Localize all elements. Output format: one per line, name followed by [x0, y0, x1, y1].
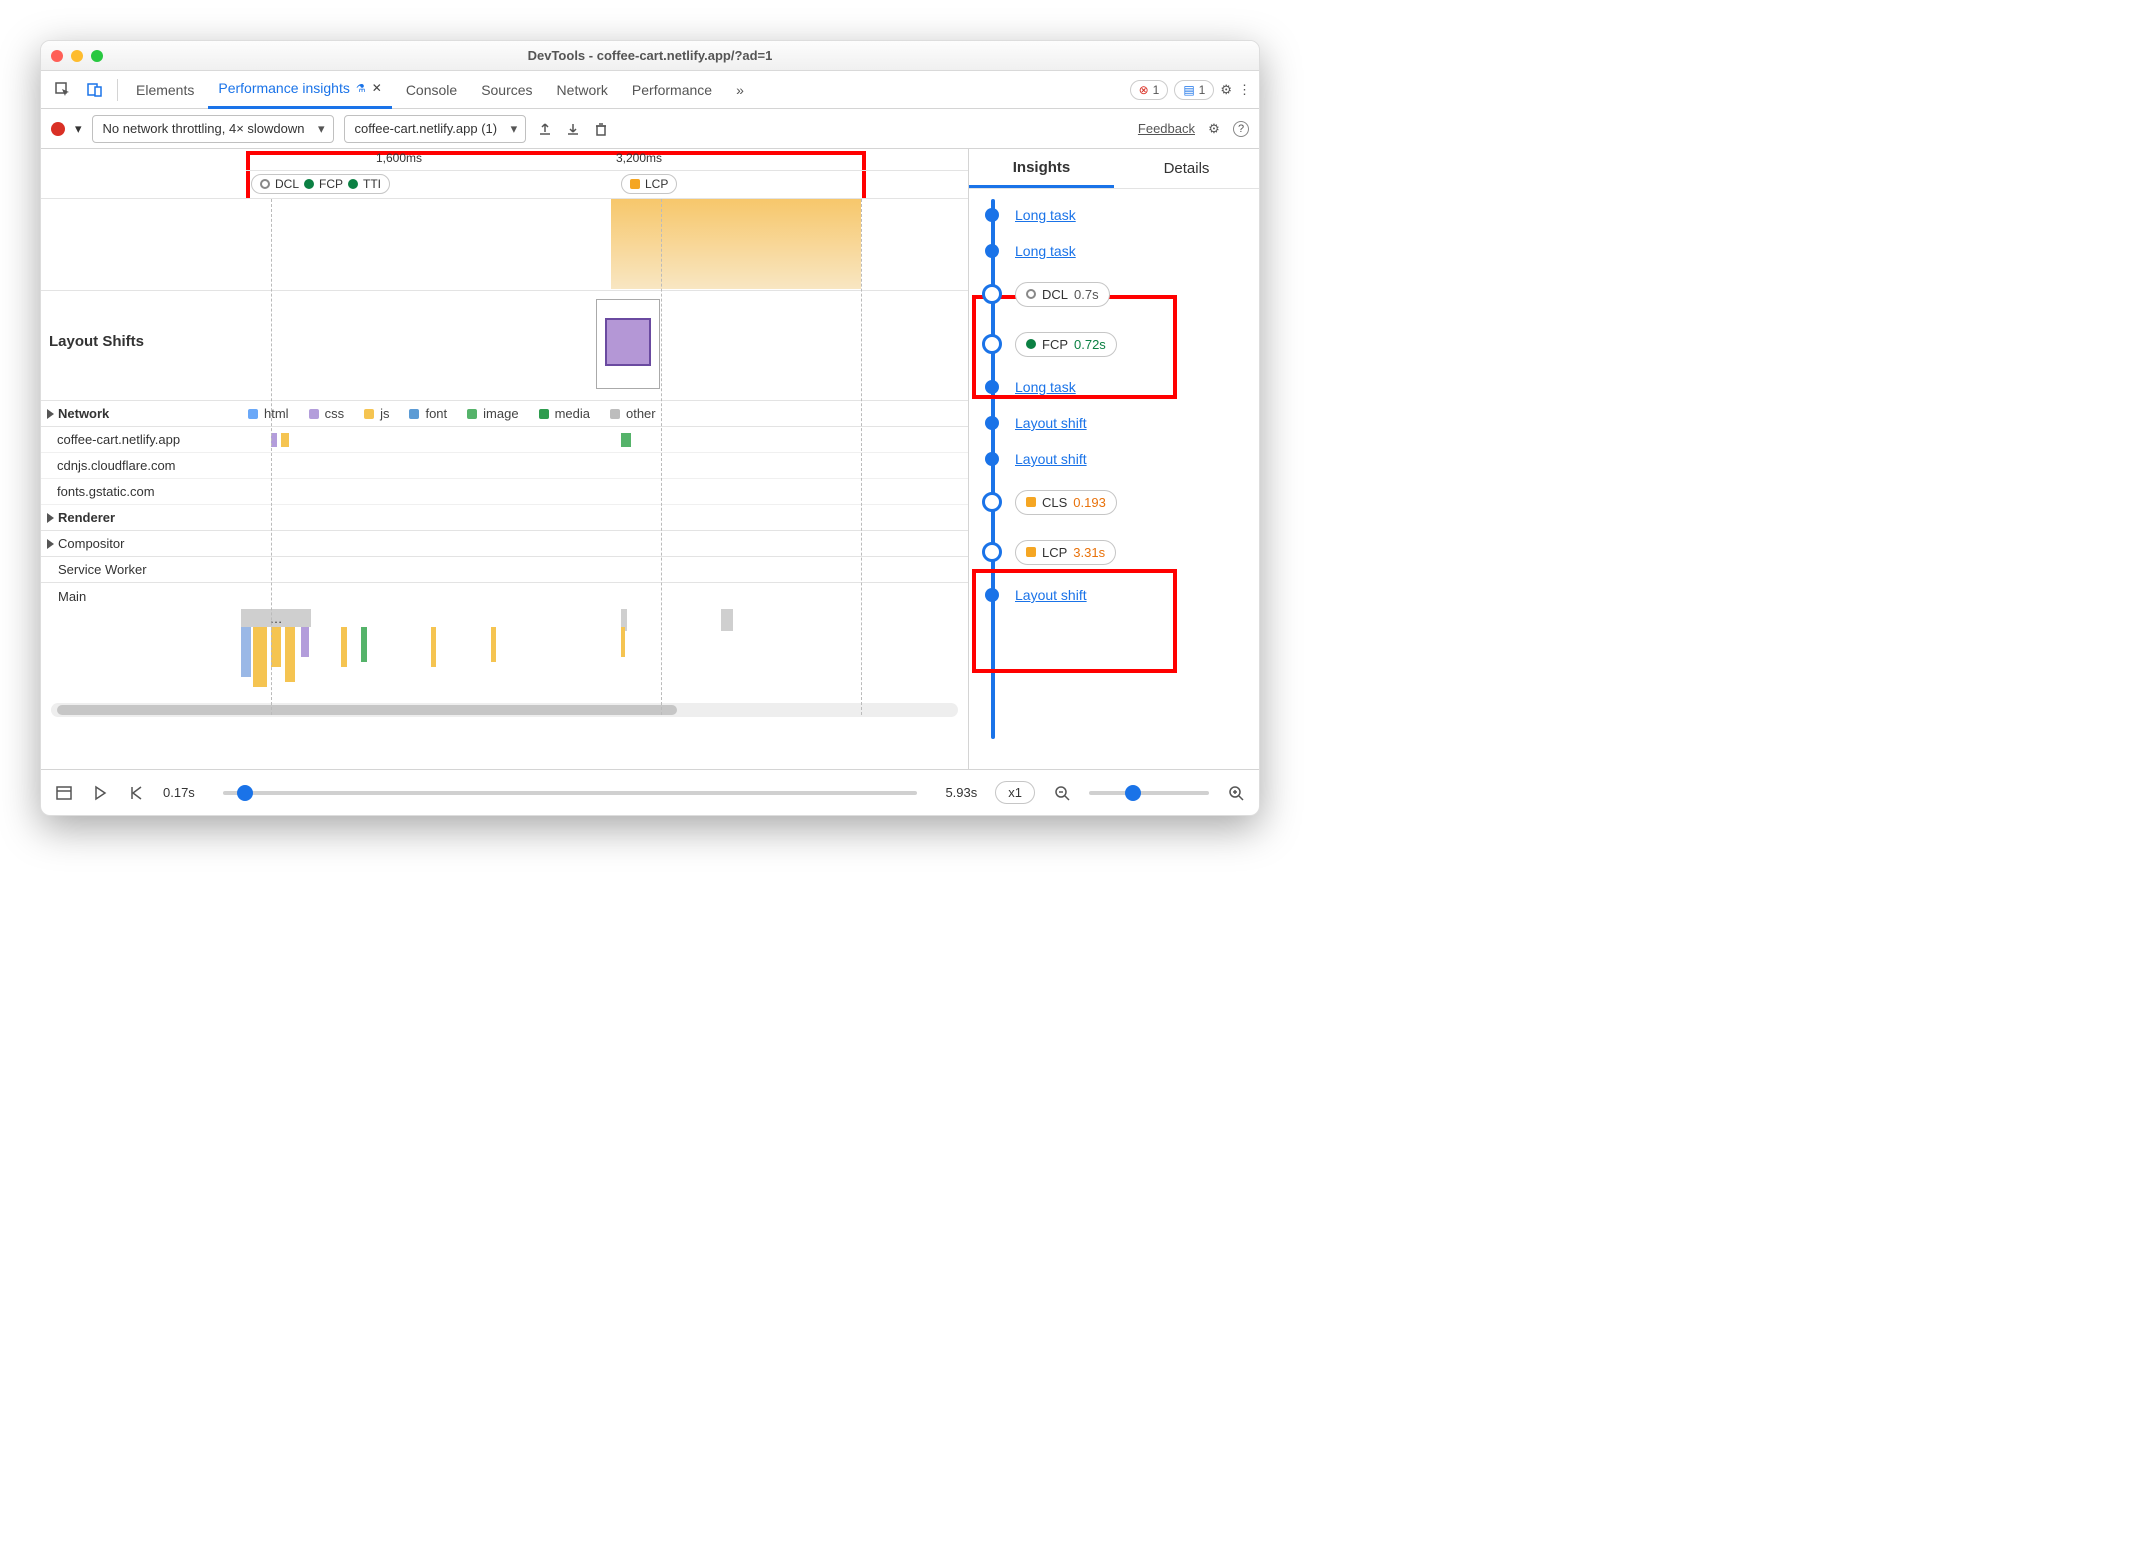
ruler-tick: 3,200ms [616, 151, 662, 165]
record-button[interactable] [51, 122, 65, 136]
delete-icon[interactable] [592, 120, 610, 138]
tab-elements[interactable]: Elements [126, 71, 204, 109]
tab-insights[interactable]: Insights [969, 149, 1114, 188]
tab-network[interactable]: Network [547, 71, 618, 109]
filmstrip-frame [611, 199, 861, 289]
insight-row[interactable]: Layout shift [969, 441, 1259, 477]
more-icon[interactable]: ⋮ [1238, 82, 1251, 98]
play-icon[interactable] [91, 784, 109, 802]
network-host-row[interactable]: fonts.gstatic.com [41, 479, 968, 505]
insight-row[interactable]: FCP 0.72s [969, 319, 1259, 369]
import-icon[interactable] [564, 120, 582, 138]
tab-performance-insights[interactable]: Performance insights ⚗ ✕ [208, 71, 391, 109]
error-count-badge[interactable]: ⊗1 [1130, 80, 1169, 100]
insight-row[interactable]: Layout shift [969, 405, 1259, 441]
main-flamegraph[interactable]: … [241, 609, 968, 699]
settings-icon[interactable]: ⚙ [1220, 82, 1232, 98]
insight-row[interactable]: Long task [969, 197, 1259, 233]
help-icon[interactable]: ? [1233, 121, 1249, 137]
speed-pill[interactable]: x1 [995, 781, 1035, 804]
zoom-slider[interactable] [1089, 791, 1209, 795]
close-tab-icon[interactable]: ✕ [372, 81, 382, 95]
main-area: 1,600ms 3,200ms DCL FCP TTI LCP Layout S [41, 149, 1259, 769]
playback-slider[interactable] [223, 791, 918, 795]
disclosure-icon [47, 409, 54, 419]
zoom-in-icon[interactable] [1227, 784, 1245, 802]
timeline-pane[interactable]: 1,600ms 3,200ms DCL FCP TTI LCP Layout S [41, 149, 969, 769]
network-section-header[interactable]: Network html css js font image media oth… [41, 401, 968, 427]
tti-icon [348, 179, 358, 189]
horizontal-scrollbar[interactable] [51, 703, 958, 717]
feedback-link[interactable]: Feedback [1138, 121, 1195, 136]
top-tabs: Elements Performance insights ⚗ ✕ Consol… [41, 71, 1259, 109]
throttle-select[interactable]: No network throttling, 4× slowdown [92, 115, 334, 143]
minimize-icon[interactable] [71, 50, 83, 62]
disclosure-icon [47, 539, 54, 549]
zoom-icon[interactable] [91, 50, 103, 62]
inspect-icon[interactable] [49, 76, 77, 104]
renderer-section-header[interactable]: Renderer [41, 505, 968, 531]
tab-console[interactable]: Console [396, 71, 467, 109]
insights-pane: Insights Details Long task Long task DCL… [969, 149, 1259, 769]
disclosure-icon [47, 513, 54, 523]
insights-tabs: Insights Details [969, 149, 1259, 189]
traffic-lights [51, 50, 103, 62]
gear-icon[interactable]: ⚙ [1205, 120, 1223, 138]
message-count-badge[interactable]: ▤1 [1174, 80, 1214, 100]
cls-icon [1026, 497, 1036, 507]
export-icon[interactable] [536, 120, 554, 138]
insights-toolbar: ▾ No network throttling, 4× slowdown cof… [41, 109, 1259, 149]
marker-row: DCL FCP TTI LCP [41, 171, 968, 199]
time-start: 0.17s [163, 785, 195, 800]
time-guide [861, 199, 862, 715]
section-label: Layout Shifts [49, 333, 144, 350]
layout-shift-thumbnail[interactable] [596, 299, 660, 389]
insight-row[interactable]: LCP 3.31s [969, 527, 1259, 577]
window-title: DevTools - coffee-cart.netlify.app/?ad=1 [41, 48, 1259, 63]
network-host-row[interactable]: coffee-cart.netlify.app [41, 427, 968, 453]
playback-footer: 0.17s 5.93s x1 [41, 769, 1259, 815]
time-guide [271, 199, 272, 715]
insight-row[interactable]: Layout shift [969, 577, 1259, 613]
tab-performance[interactable]: Performance [622, 71, 722, 109]
titlebar: DevTools - coffee-cart.netlify.app/?ad=1 [41, 41, 1259, 71]
time-end: 5.93s [945, 785, 977, 800]
marker-chip-dcl-fcp-tti[interactable]: DCL FCP TTI [251, 174, 390, 194]
target-select[interactable]: coffee-cart.netlify.app (1) [344, 115, 527, 143]
record-menu-icon[interactable]: ▾ [75, 121, 82, 137]
insights-timeline: Long task Long task DCL 0.7s FCP 0.72s L… [969, 189, 1259, 749]
tab-sources[interactable]: Sources [471, 71, 542, 109]
insight-row[interactable]: DCL 0.7s [969, 269, 1259, 319]
insight-row[interactable]: Long task [969, 369, 1259, 405]
lcp-icon [1026, 547, 1036, 557]
dcl-icon [260, 179, 270, 189]
insight-row[interactable]: Long task [969, 233, 1259, 269]
time-ruler: 1,600ms 3,200ms [246, 149, 968, 171]
insight-row[interactable]: CLS 0.193 [969, 477, 1259, 527]
device-toggle-icon[interactable] [81, 76, 109, 104]
fcp-icon [1026, 339, 1036, 349]
marker-chip-lcp[interactable]: LCP [621, 174, 677, 194]
time-guide [661, 199, 662, 715]
tabs-overflow[interactable]: » [726, 71, 754, 109]
fcp-icon [304, 179, 314, 189]
flask-icon: ⚗ [356, 82, 366, 95]
skip-back-icon[interactable] [127, 784, 145, 802]
network-legend: html css js font image media other [248, 406, 656, 421]
layout-shifts-row: Layout Shifts [41, 291, 968, 401]
filmstrip [41, 199, 968, 291]
close-icon[interactable] [51, 50, 63, 62]
devtools-window: DevTools - coffee-cart.netlify.app/?ad=1… [40, 40, 1260, 816]
tab-details[interactable]: Details [1114, 149, 1259, 188]
lcp-icon [630, 179, 640, 189]
compositor-row[interactable]: Compositor [41, 531, 968, 557]
zoom-out-icon[interactable] [1053, 784, 1071, 802]
toggle-overview-icon[interactable] [55, 784, 73, 802]
ruler-tick: 1,600ms [376, 151, 422, 165]
main-thread-row[interactable]: Main [41, 583, 968, 609]
dcl-icon [1026, 289, 1036, 299]
network-host-row[interactable]: cdnjs.cloudflare.com [41, 453, 968, 479]
service-worker-row[interactable]: Service Worker [41, 557, 968, 583]
